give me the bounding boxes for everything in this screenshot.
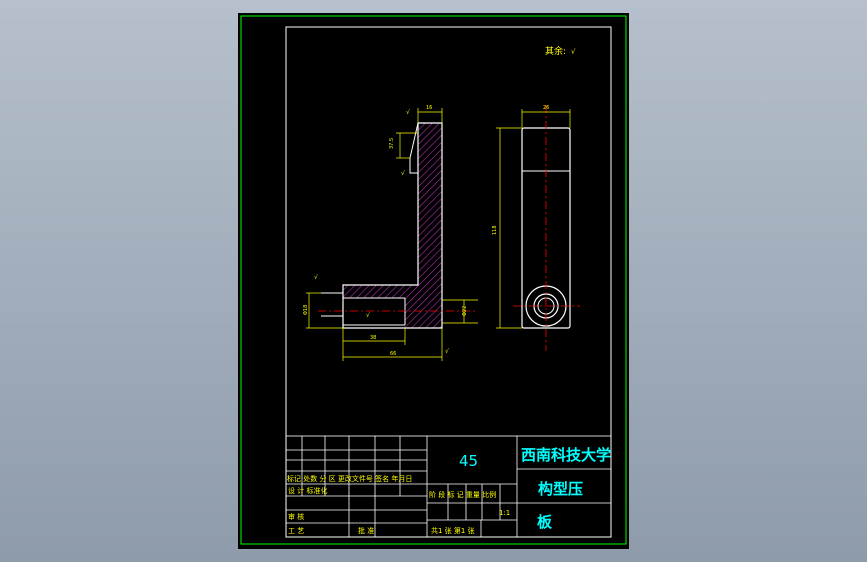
drawing-sheet: 其余: √ 16 √ 37.5 √ Φ18 √ 38 66 √ Φ22 √ 26… — [238, 13, 629, 549]
revision-header-row: 标记 处数 分 区 更改文件号 签名 年月日 — [287, 474, 412, 483]
roughness-icon-top: √ — [406, 109, 410, 116]
dim-bore-dia-right: Φ22 — [462, 306, 468, 316]
part-name-line2: 板 — [537, 513, 553, 531]
roughness-note: 其余: — [545, 45, 566, 57]
process-label: 工 艺 — [288, 527, 304, 535]
part-name-line1: 构型压 — [538, 480, 583, 498]
roughness-icon-notch: √ — [401, 170, 405, 177]
base-hatch — [405, 298, 442, 328]
dim-notch-height: 37.5 — [389, 138, 395, 149]
material-label: 45 — [459, 452, 478, 470]
cad-drawing: 其余: √ 16 √ 37.5 √ Φ18 √ 38 66 √ Φ22 √ 26… — [240, 15, 627, 545]
design-row: 设 计 标准化 — [288, 486, 327, 495]
dim-bore-dia-left: Φ18 — [303, 305, 309, 315]
roughness-icon-bore: √ — [366, 312, 370, 319]
review-label: 审 核 — [288, 512, 304, 521]
side-view: 16 √ 37.5 √ Φ18 √ 38 66 √ Φ22 √ — [303, 105, 478, 361]
roughness-symbol-icon: √ — [571, 48, 576, 56]
approve-label: 批 准 — [358, 526, 374, 535]
roughness-icon-left: √ — [314, 274, 318, 281]
dim-bore-depth: 38 — [370, 335, 376, 341]
scale-value: 1:1 — [499, 509, 510, 517]
dim-top-width-front: 26 — [543, 105, 549, 111]
dim-total-height: 118 — [492, 225, 498, 235]
front-view: 26 118 — [492, 105, 580, 351]
roughness-icon-base: √ — [445, 348, 449, 355]
dim-top-width-side: 16 — [426, 105, 432, 111]
dim-base-length: 66 — [390, 351, 396, 357]
university-name: 西南科技大学 — [521, 446, 611, 464]
sheet-count: 共1 张 第1 张 — [431, 526, 475, 535]
stage-headers: 阶 段 标 记 重量 比例 — [429, 490, 496, 499]
